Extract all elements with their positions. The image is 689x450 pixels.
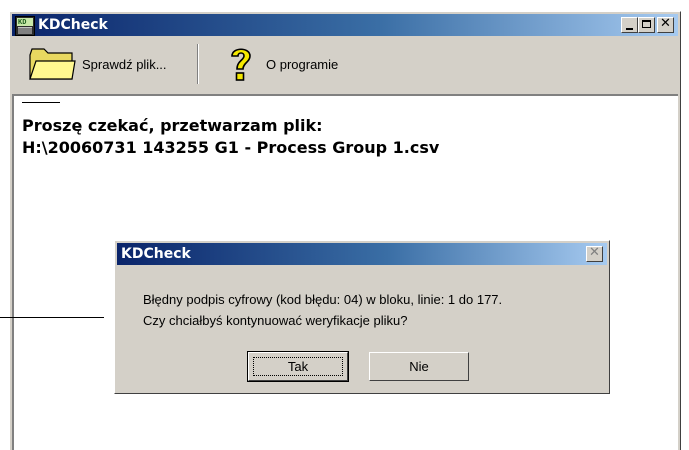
maximize-icon bbox=[642, 20, 651, 28]
about-button[interactable]: O programie bbox=[212, 42, 372, 86]
open-file-button[interactable]: Sprawdź plik... bbox=[16, 42, 194, 86]
toolbar-separator bbox=[197, 44, 199, 84]
close-icon: ✕ bbox=[589, 245, 600, 260]
no-button[interactable]: Nie bbox=[369, 352, 469, 381]
about-label: O programie bbox=[266, 57, 339, 72]
dialog-message-line1: Błędny podpis cyfrowy (kod błędu: 04) w … bbox=[143, 292, 503, 307]
dialog-message-line2: Czy chciałbyś kontynuować weryfikacje pl… bbox=[143, 313, 408, 328]
divider bbox=[22, 102, 60, 103]
window-title: KDCheck bbox=[38, 17, 108, 33]
question-mark-icon bbox=[231, 48, 251, 81]
status-message: Proszę czekać, przetwarzam plik: bbox=[22, 116, 323, 135]
app-icon-label: KD bbox=[18, 18, 27, 26]
titlebar[interactable]: KD KDCheck ✕ bbox=[12, 14, 678, 36]
dialog-title: KDCheck bbox=[121, 246, 191, 262]
dialog-titlebar[interactable]: KDCheck ✕ bbox=[117, 243, 607, 265]
app-icon[interactable]: KD bbox=[15, 16, 35, 36]
file-path: H:\20060731 143255 G1 - Process Group 1.… bbox=[22, 138, 440, 157]
toolbar: Sprawdź plik... O programie bbox=[12, 38, 678, 92]
close-icon: ✕ bbox=[660, 16, 671, 31]
folder-icon bbox=[29, 48, 76, 80]
callout-line bbox=[0, 317, 104, 318]
dialog-close-button[interactable]: ✕ bbox=[586, 245, 603, 262]
maximize-button[interactable] bbox=[638, 17, 655, 33]
close-button[interactable]: ✕ bbox=[657, 16, 674, 33]
minimize-icon bbox=[626, 28, 633, 30]
yes-button[interactable]: Tak bbox=[247, 351, 349, 382]
confirm-dialog: KDCheck ✕ Błędny podpis cyfrowy (kod błę… bbox=[114, 240, 610, 394]
minimize-button[interactable] bbox=[621, 17, 638, 33]
open-file-label: Sprawdź plik... bbox=[82, 57, 167, 72]
